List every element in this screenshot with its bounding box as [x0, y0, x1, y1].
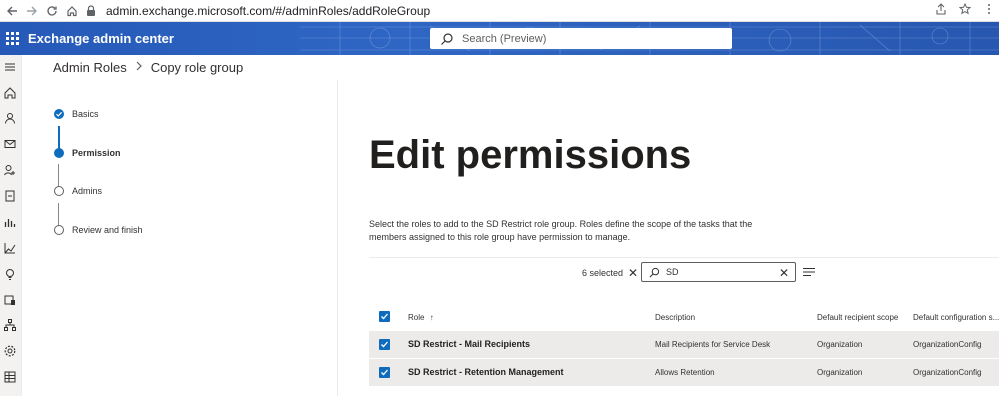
view-options-icon[interactable] — [803, 267, 815, 277]
hierarchy-icon[interactable] — [3, 318, 17, 332]
wizard-step-review[interactable]: Review and finish — [54, 225, 143, 235]
sort-ascending-icon: ↑ — [429, 313, 434, 322]
clear-filter-icon[interactable]: ✕ — [779, 266, 789, 280]
step-label: Basics — [72, 109, 99, 119]
role-description: Mail Recipients for Service Desk — [655, 340, 771, 349]
star-icon[interactable] — [959, 3, 971, 15]
selected-count: 6 selected ✕ — [582, 266, 638, 280]
left-nav-rail — [0, 55, 22, 396]
table-icon[interactable] — [3, 370, 17, 384]
table-row[interactable]: SD Restrict - Mail Recipients Mail Recip… — [369, 331, 999, 358]
app-title[interactable]: Exchange admin center — [28, 31, 174, 46]
breadcrumb-current: Copy role group — [150, 59, 244, 75]
column-header-config-scope[interactable]: Default configuration s... — [913, 313, 999, 322]
recipient-scope: Organization — [817, 340, 863, 349]
table-row[interactable]: SD Restrict - Retention Management Allow… — [369, 359, 999, 386]
search-icon — [441, 32, 453, 45]
config-scope: OrganizationConfig — [913, 340, 982, 349]
wizard-step-basics[interactable]: Basics — [54, 109, 99, 119]
suite-header: Exchange admin center Search (Preview) — [0, 22, 999, 55]
page-title: Edit permissions — [369, 133, 692, 177]
pending-step-icon — [54, 225, 64, 235]
breadcrumb-admin-roles[interactable]: Admin Roles — [53, 60, 127, 75]
checkmark-icon — [54, 109, 64, 119]
current-step-icon — [54, 148, 64, 158]
search-icon — [649, 267, 660, 277]
mail-flow-icon[interactable] — [3, 137, 17, 151]
recipient-scope: Organization — [817, 368, 863, 377]
step-connector — [58, 164, 59, 188]
organization-icon[interactable] — [3, 293, 17, 307]
address-bar-actions — [935, 3, 995, 15]
breadcrumb: Admin Roles Copy role group — [53, 58, 243, 76]
column-header-recipient-scope[interactable]: Default recipient scope — [817, 313, 898, 322]
divider — [369, 257, 999, 258]
search-placeholder: Search (Preview) — [462, 32, 547, 45]
lightbulb-icon[interactable] — [3, 267, 17, 281]
step-label: Admins — [72, 186, 103, 196]
role-name[interactable]: SD Restrict - Retention Management — [408, 367, 564, 377]
browser-toolbar: admin.exchange.microsoft.com/#/adminRole… — [0, 0, 999, 22]
global-search-input[interactable]: Search (Preview) — [430, 28, 732, 49]
filter-input[interactable]: SD ✕ — [641, 262, 796, 282]
app-launcher-icon[interactable] — [0, 22, 22, 55]
step-label: Review and finish — [72, 225, 143, 235]
column-header-role[interactable]: Role ↑ — [408, 313, 434, 322]
wizard-steps: Basics Permission Admins Review and fini… — [22, 80, 338, 396]
selected-count-label: 6 selected — [582, 268, 624, 278]
row-checkbox[interactable] — [379, 367, 390, 378]
migration-icon[interactable] — [3, 189, 17, 203]
forward-arrow-icon[interactable] — [22, 1, 42, 21]
roles-icon[interactable] — [3, 163, 17, 177]
home-icon[interactable] — [62, 1, 82, 21]
config-scope: OrganizationConfig — [913, 368, 982, 377]
back-arrow-icon[interactable] — [2, 1, 22, 21]
tab-search-icon[interactable] — [983, 3, 995, 15]
lock-icon — [87, 5, 95, 16]
url-text: admin.exchange.microsoft.com/#/adminRole… — [106, 4, 431, 18]
wizard-step-admins[interactable]: Admins — [54, 186, 102, 196]
row-checkbox[interactable] — [379, 339, 390, 350]
pending-step-icon — [54, 186, 64, 196]
select-all-checkbox[interactable] — [379, 311, 390, 322]
recipients-icon[interactable] — [3, 111, 17, 125]
share-icon[interactable] — [935, 3, 947, 15]
role-name[interactable]: SD Restrict - Mail Recipients — [408, 339, 530, 349]
step-label: Permission — [72, 148, 121, 158]
chevron-right-icon — [135, 60, 143, 74]
filter-value: SD — [666, 267, 679, 277]
step-connector — [58, 203, 59, 227]
home-nav-icon[interactable] — [3, 86, 17, 100]
insights-icon[interactable] — [3, 241, 17, 255]
step-connector — [58, 126, 60, 150]
reload-icon[interactable] — [42, 1, 62, 21]
page-description: Select the roles to add to the SD Restri… — [369, 219, 753, 242]
role-description: Allows Retention — [655, 368, 715, 377]
hamburger-menu-icon[interactable] — [3, 60, 17, 74]
column-header-description[interactable]: Description — [655, 313, 695, 322]
table-header: Role ↑ Description Default recipient sco… — [369, 304, 999, 330]
reports-icon[interactable] — [3, 215, 17, 229]
clear-selection-icon[interactable]: ✕ — [628, 266, 638, 280]
settings-icon[interactable] — [3, 344, 17, 358]
address-bar[interactable]: admin.exchange.microsoft.com/#/adminRole… — [80, 2, 990, 20]
wizard-step-permission[interactable]: Permission — [54, 148, 121, 158]
